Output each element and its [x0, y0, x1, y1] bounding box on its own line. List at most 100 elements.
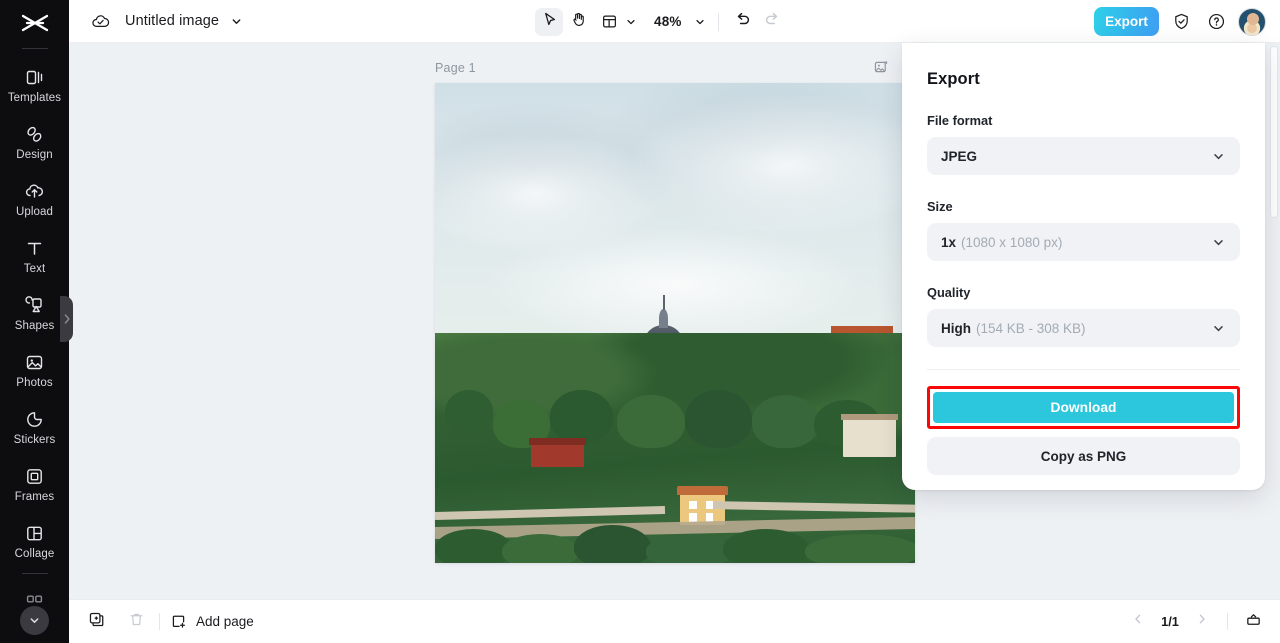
stickers-icon	[24, 409, 45, 430]
photo-church-cross	[662, 295, 665, 310]
download-button[interactable]: Download	[933, 392, 1234, 423]
text-icon	[24, 238, 45, 259]
layout-tool-button[interactable]	[593, 8, 639, 36]
sidebar-item-label: Collage	[14, 547, 55, 560]
help-circle-icon[interactable]	[1203, 9, 1229, 35]
chevron-right-icon	[1195, 612, 1209, 631]
sidebar-divider	[21, 48, 48, 49]
size-select[interactable]: 1x (1080 x 1080 px)	[927, 223, 1240, 261]
photo-image[interactable]	[435, 83, 915, 563]
zoom-level-button[interactable]: 48%	[640, 14, 708, 29]
add-page-icon	[170, 613, 187, 630]
photo-roof	[676, 486, 729, 495]
page-navigation: 1/1	[1125, 609, 1280, 635]
sidebar-item-templates[interactable]: Templates	[0, 57, 69, 114]
undo-button[interactable]	[729, 8, 757, 36]
frames-icon	[24, 466, 45, 487]
delete-page-button[interactable]	[123, 609, 149, 635]
sidebar-item-photos[interactable]: Photos	[0, 342, 69, 399]
duplicate-page-icon	[88, 611, 105, 633]
present-icon	[1245, 611, 1262, 633]
capcut-image-editor: Templates Design Upload Text Shapes Phot…	[0, 0, 1280, 643]
sidebar-item-shapes[interactable]: Shapes	[0, 285, 69, 342]
photo-red-villa	[531, 443, 584, 467]
canvas-vertical-scrollbar[interactable]	[1271, 47, 1277, 217]
quality-chevron-down-icon	[1211, 321, 1226, 336]
next-page-button[interactable]	[1189, 609, 1215, 635]
sidebar-collapse-handle[interactable]	[60, 296, 73, 342]
sidebar-item-label: Upload	[15, 205, 54, 218]
quality-value: High	[941, 320, 971, 336]
download-button-highlight: Download	[927, 386, 1240, 429]
sidebar-item-frames[interactable]: Frames	[0, 456, 69, 513]
copy-as-png-button[interactable]: Copy as PNG	[927, 437, 1240, 475]
photo-tree	[502, 534, 579, 563]
sidebar-item-collage[interactable]: Collage	[0, 513, 69, 570]
top-toolbar: Untitled image 48% Export	[69, 0, 1280, 43]
shapes-icon	[24, 295, 45, 316]
toolbar-right-group: Export	[1094, 0, 1266, 43]
layout-icon	[595, 8, 623, 36]
toolbar-divider	[717, 12, 719, 31]
photo-roof	[831, 325, 893, 333]
photo-tree	[550, 390, 613, 443]
sidebar-item-stickers[interactable]: Stickers	[0, 399, 69, 456]
page-label: Page 1	[435, 61, 476, 75]
undo-icon	[734, 10, 752, 33]
sidebar-item-label: Shapes	[14, 319, 55, 332]
export-button[interactable]: Export	[1094, 7, 1159, 36]
sidebar-item-upload[interactable]: Upload	[0, 171, 69, 228]
size-label: Size	[927, 199, 953, 214]
trash-icon	[128, 611, 145, 633]
photo-yellow-villa	[679, 493, 726, 525]
sidebar-show-more-button[interactable]	[20, 606, 49, 635]
toolbar-tools: 48%	[535, 0, 786, 43]
chevron-left-icon	[1131, 612, 1145, 631]
size-value: 1x	[941, 234, 957, 250]
export-panel-divider	[927, 369, 1240, 370]
photo-tree	[646, 534, 733, 563]
export-panel: Export File format JPEG Size 1x (1080 x …	[902, 43, 1265, 490]
photo-tree	[444, 390, 493, 434]
photo-tree	[574, 524, 651, 563]
design-icon	[24, 124, 45, 145]
page-canvas[interactable]	[435, 83, 915, 563]
shield-check-icon[interactable]	[1168, 9, 1194, 35]
quality-select[interactable]: High (154 KB - 308 KB)	[927, 309, 1240, 347]
export-panel-title: Export	[927, 70, 980, 88]
collage-icon	[24, 523, 45, 544]
select-tool-button[interactable]	[535, 7, 563, 36]
size-detail: (1080 x 1080 px)	[961, 234, 1063, 250]
file-format-select[interactable]: JPEG	[927, 137, 1240, 175]
hand-tool-button[interactable]	[564, 8, 592, 36]
sidebar-item-text[interactable]: Text	[0, 228, 69, 285]
document-title-chevron-down-icon[interactable]	[230, 15, 243, 28]
photo-roof	[529, 438, 586, 445]
sidebar-item-label: Text	[23, 262, 46, 275]
photo-tree	[435, 529, 512, 563]
add-page-button[interactable]: Add page	[170, 613, 254, 630]
avatar[interactable]	[1238, 7, 1266, 36]
capcut-logo-icon[interactable]	[0, 0, 69, 46]
present-button[interactable]	[1240, 609, 1266, 635]
page-nav-divider	[1227, 613, 1228, 630]
redo-button[interactable]	[758, 8, 786, 36]
bottom-toolbar-divider	[159, 613, 160, 630]
sidebar-item-label: Photos	[16, 376, 53, 389]
resize-page-icon[interactable]	[871, 57, 891, 77]
file-format-label: File format	[927, 113, 993, 128]
layout-chevron-down-icon	[625, 16, 637, 28]
sidebar-item-design[interactable]: Design	[0, 114, 69, 171]
photo-cloud	[483, 227, 867, 343]
chevron-right-icon	[64, 314, 70, 324]
file-format-value: JPEG	[941, 148, 978, 164]
cloud-saved-icon[interactable]	[91, 12, 110, 31]
photo-white-villa	[843, 419, 896, 458]
photo-roof	[841, 414, 898, 421]
duplicate-page-button[interactable]	[83, 609, 109, 635]
sidebar-item-label: Templates	[7, 91, 62, 104]
prev-page-button[interactable]	[1125, 609, 1151, 635]
page-indicator: 1/1	[1161, 614, 1179, 629]
quality-detail: (154 KB - 308 KB)	[976, 320, 1086, 336]
document-title[interactable]: Untitled image	[125, 13, 219, 29]
